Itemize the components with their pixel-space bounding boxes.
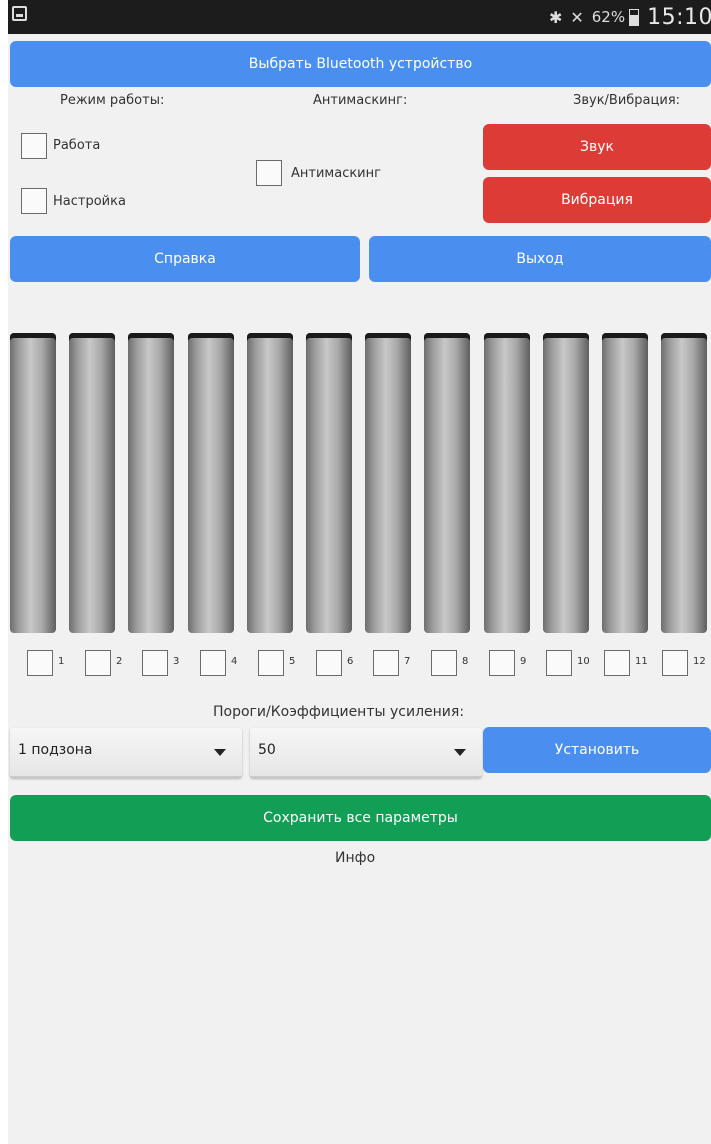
zone-dropdown[interactable]: 1 подзона — [10, 728, 242, 778]
mode-section-label: Режим работы: — [60, 93, 165, 108]
select-bluetooth-button[interactable]: Выбрать Bluetooth устройство — [10, 41, 711, 87]
zone-checkbox-label: 11 — [635, 656, 648, 667]
zone-checkbox-box[interactable] — [200, 650, 226, 676]
help-button[interactable]: Справка — [10, 236, 360, 282]
sound-button[interactable]: Звук — [483, 124, 711, 170]
zone-dropdown-value: 1 подзона — [18, 742, 93, 758]
antimask-checkbox[interactable] — [256, 160, 282, 186]
status-bar: ✱ ✕ 62% 15:10 — [8, 0, 711, 34]
zone-level-bar — [365, 333, 411, 633]
zone-checkbox-box[interactable] — [546, 650, 572, 676]
zone-checkbox-box[interactable] — [604, 650, 630, 676]
antimask-section-label: Антимаскинг: — [313, 93, 408, 108]
zone-checkbox-label: 3 — [173, 656, 180, 667]
info-label: Инфо — [335, 850, 376, 866]
zone-level-bar — [484, 333, 530, 633]
value-dropdown-value: 50 — [258, 742, 276, 758]
value-dropdown[interactable]: 50 — [250, 728, 482, 778]
zone-level-bar — [306, 333, 352, 633]
zone-level-bar — [543, 333, 589, 633]
zone-level-bars — [8, 333, 711, 633]
mode-work-label: Работа — [53, 138, 101, 153]
zone-checkbox-label: 9 — [520, 656, 527, 667]
zone-checkbox-box[interactable] — [142, 650, 168, 676]
antimask-checkbox-label: Антимаскинг — [291, 166, 381, 181]
zone-level-bar — [602, 333, 648, 633]
thresholds-label: Пороги/Коэффициенты усиления: — [213, 704, 465, 720]
battery-percent: 62% — [591, 8, 626, 26]
zone-checkbox-label: 1 — [58, 656, 65, 667]
clock: 15:10 — [647, 4, 711, 30]
zone-level-bar — [661, 333, 707, 633]
zone-level-bar — [188, 333, 234, 633]
zone-checkbox-box[interactable] — [27, 650, 53, 676]
zone-checkbox-box[interactable] — [431, 650, 457, 676]
zone-checkbox-label: 8 — [462, 656, 469, 667]
save-all-button[interactable]: Сохранить все параметры — [10, 795, 711, 841]
app-screen: ✱ ✕ 62% 15:10 Выбрать Bluetooth устройст… — [8, 0, 711, 1144]
zone-checkbox-box[interactable] — [316, 650, 342, 676]
sound-section-label: Звук/Вибрация: — [573, 93, 681, 108]
mode-setup-label: Настройка — [53, 194, 126, 209]
signal-muted-icon: ✕ — [570, 7, 584, 27]
zone-level-bar — [128, 333, 174, 633]
set-threshold-button[interactable]: Установить — [483, 727, 711, 773]
battery-icon — [629, 8, 640, 26]
zone-checkbox-label: 12 — [693, 656, 706, 667]
zone-checkbox-label: 4 — [231, 656, 238, 667]
zone-checkbox-label: 5 — [289, 656, 296, 667]
zone-checkbox-box[interactable] — [373, 650, 399, 676]
zone-checkbox-box[interactable] — [489, 650, 515, 676]
zone-checkbox-label: 2 — [116, 656, 123, 667]
zone-level-bar — [69, 333, 115, 633]
status-right: ✱ ✕ 62% 15:10 — [549, 0, 711, 34]
mode-setup-checkbox[interactable] — [21, 188, 47, 214]
zone-checkbox-label: 6 — [347, 656, 354, 667]
vibration-button[interactable]: Вибрация — [483, 177, 711, 223]
zone-level-bar — [247, 333, 293, 633]
zone-checkbox-label: 10 — [577, 656, 590, 667]
zone-checkbox-box[interactable] — [258, 650, 284, 676]
zone-checkbox-box[interactable] — [662, 650, 688, 676]
zone-checkbox-box[interactable] — [85, 650, 111, 676]
zone-level-bar — [424, 333, 470, 633]
exit-button[interactable]: Выход — [369, 236, 711, 282]
mode-work-checkbox[interactable] — [21, 133, 47, 159]
zone-level-bar — [10, 333, 56, 633]
bluetooth-icon: ✱ — [548, 7, 563, 27]
zone-checkbox-label: 7 — [404, 656, 411, 667]
dropdown-arrow-icon — [214, 749, 226, 756]
dropdown-arrow-icon — [454, 749, 466, 756]
gallery-notification-icon — [12, 6, 27, 21]
